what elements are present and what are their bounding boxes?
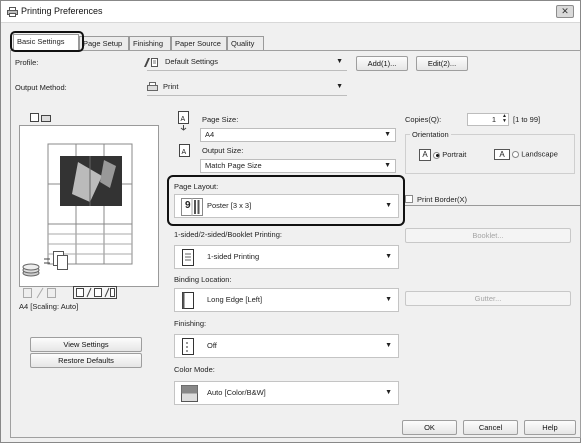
binding-left-icon (181, 292, 195, 319)
output-method-label: Output Method: (15, 83, 67, 92)
color-mode-icon (181, 385, 199, 412)
output-size-value: Match Page Size (205, 161, 262, 170)
preview-mode-icon (30, 113, 52, 125)
window-title: Printing Preferences (21, 6, 103, 16)
page-size-select[interactable]: A4 ▼ (200, 128, 396, 142)
printing-preferences-window: Printing Preferences ✕ Basic Settings Pa… (0, 0, 581, 443)
copies-range: [1 to 99] (513, 115, 541, 124)
print-border-label: Print Border(X) (417, 195, 468, 204)
profile-select[interactable]: Default Settings ▼ (144, 56, 347, 71)
chevron-down-icon: ▼ (384, 131, 391, 138)
binding-location-select[interactable]: Long Edge [Left] ▼ (174, 288, 399, 312)
separator (405, 205, 581, 206)
output-method-select[interactable]: Print ▼ (147, 81, 347, 96)
chevron-down-icon: ▼ (385, 389, 392, 396)
binding-location-label: Binding Location: (174, 275, 232, 284)
landscape-label: Landscape (521, 149, 558, 159)
orientation-label: Orientation (410, 130, 451, 139)
printer-icon (7, 7, 18, 19)
stack-icon (21, 263, 41, 279)
page-size-value: A4 (205, 130, 215, 139)
tab-finishing[interactable]: Finishing (129, 36, 171, 50)
close-button[interactable]: ✕ (556, 5, 574, 18)
profile-add-button[interactable]: Add(1)... (356, 56, 408, 71)
help-button[interactable]: Help (524, 420, 576, 435)
one-sided-page-icon (181, 249, 195, 276)
profile-value: Default Settings (165, 57, 218, 66)
duplex-disabled-icon (21, 287, 61, 301)
chevron-down-icon: ▼ (336, 83, 343, 90)
output-size-icon: A (178, 144, 192, 160)
view-settings-button[interactable]: View Settings (30, 337, 142, 352)
output-size-select[interactable]: Match Page Size ▼ (200, 159, 396, 173)
tab-paper-source[interactable]: Paper Source (171, 36, 227, 50)
copy-pages-icon (43, 251, 71, 279)
spinner-arrows-icon[interactable]: ▲ ▼ (502, 114, 507, 124)
sided-printing-label: 1-sided/2-sided/Booklet Printing: (174, 230, 282, 239)
chevron-down-icon: ▼ (336, 58, 343, 65)
copies-input[interactable]: 1 ▲ ▼ (467, 113, 509, 126)
profile-edit-button[interactable]: Edit(2)... (416, 56, 468, 71)
color-mode-label: Color Mode: (174, 365, 215, 374)
finishing-label: Finishing: (174, 319, 207, 328)
svg-text:A: A (182, 149, 187, 156)
binding-location-value: Long Edge [Left] (207, 295, 263, 304)
output-size-label: Output Size: (202, 146, 244, 155)
page-size-label: Page Size: (202, 115, 239, 124)
copies-value: 1 (491, 115, 496, 124)
landscape-icon: A (494, 149, 510, 160)
portrait-icon: A (419, 149, 431, 161)
svg-text:A: A (181, 116, 186, 123)
finishing-off-icon (181, 338, 195, 365)
ok-button[interactable]: OK (402, 420, 457, 435)
tab-callout-highlight (10, 31, 84, 52)
chevron-down-icon: ▼ (385, 253, 392, 260)
landscape-radio[interactable] (512, 151, 520, 158)
page-layout-callout-highlight (167, 175, 405, 226)
print-border-checkbox[interactable] (405, 195, 413, 203)
orientation-portrait-option[interactable]: A Portrait (419, 149, 466, 161)
sided-printing-value: 1-sided Printing (207, 252, 260, 261)
color-mode-value: Auto [Color/B&W] (207, 388, 266, 397)
output-method-value: Print (163, 82, 179, 91)
copies-label: Copies(Q): (405, 115, 442, 124)
chevron-down-icon: ▼ (384, 162, 391, 169)
profile-label: Profile: (15, 58, 39, 67)
sided-printing-select[interactable]: 1-sided Printing ▼ (174, 245, 399, 269)
title-bar: Printing Preferences ✕ (1, 1, 580, 23)
gutter-button[interactable]: Gutter... (405, 291, 571, 306)
finishing-options-icon (73, 286, 117, 301)
portrait-label: Portrait (442, 149, 467, 159)
close-icon: ✕ (561, 6, 569, 16)
chevron-down-icon: ▼ (385, 296, 392, 303)
cancel-button[interactable]: Cancel (463, 420, 518, 435)
preview-caption: A4 [Scaling: Auto] (19, 302, 79, 311)
portrait-radio[interactable] (433, 151, 441, 159)
orientation-landscape-option[interactable]: A Landscape (494, 149, 558, 160)
page-size-icon: A (177, 111, 191, 133)
finishing-select[interactable]: Off ▼ (174, 334, 399, 358)
restore-defaults-button[interactable]: Restore Defaults (30, 353, 142, 368)
print-icon (147, 82, 158, 96)
chevron-down-icon: ▼ (385, 342, 392, 349)
poster-preview-image (47, 143, 133, 265)
color-mode-select[interactable]: Auto [Color/B&W] ▼ (174, 381, 399, 405)
finishing-value: Off (207, 341, 217, 350)
tab-quality[interactable]: Quality (227, 36, 264, 50)
booklet-button[interactable]: Booklet... (405, 228, 571, 243)
tab-page-setup[interactable]: Page Setup (79, 36, 129, 50)
